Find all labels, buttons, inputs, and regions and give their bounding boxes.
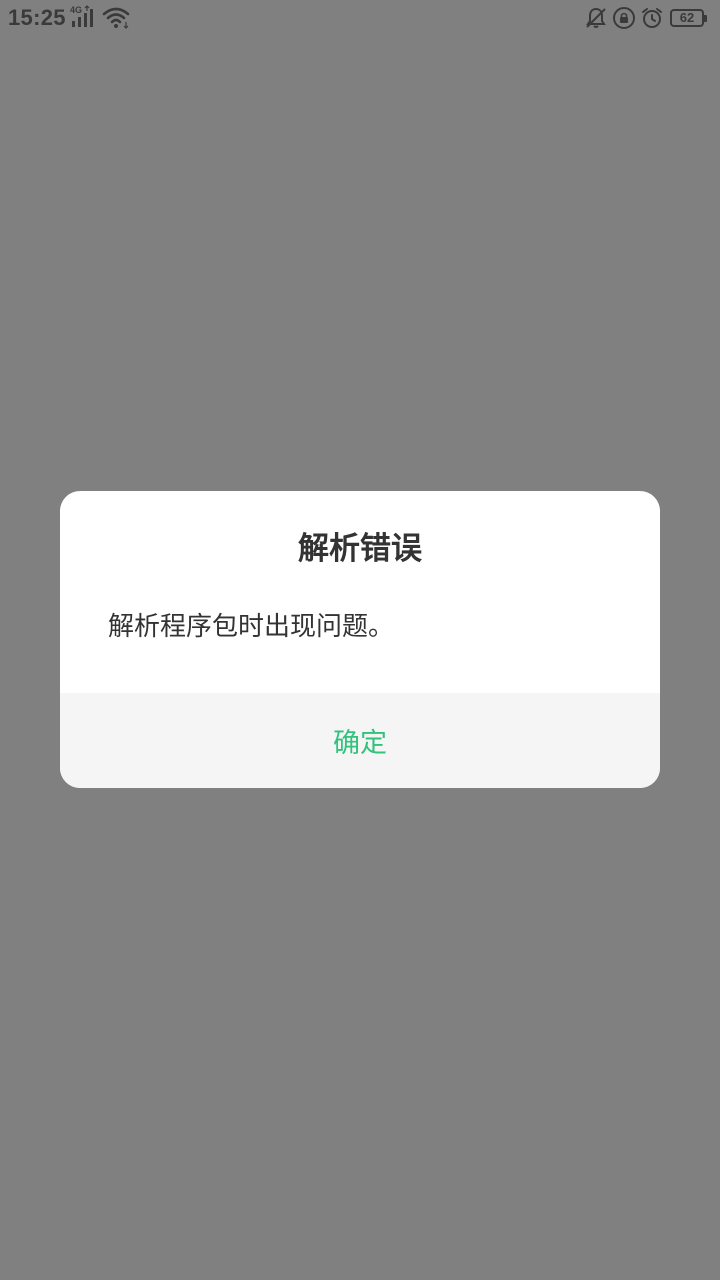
dialog-message: 解析程序包时出现问题。 xyxy=(108,612,395,642)
dialog-title: 解析错误 xyxy=(298,531,422,567)
error-dialog: 解析错误 解析程序包时出现问题。 确定 xyxy=(60,491,660,788)
bell-off-icon xyxy=(586,7,606,28)
alarm-icon xyxy=(642,8,662,28)
status-time: 15:25 xyxy=(8,5,66,30)
lock-rotate-icon xyxy=(613,7,635,29)
confirm-button[interactable]: 确定 xyxy=(60,693,660,788)
cellular-signal: 4G xyxy=(70,5,98,29)
signal-icon xyxy=(72,5,93,27)
dialog-actions: 确定 xyxy=(60,693,660,788)
battery-icon: 62 xyxy=(670,9,707,27)
battery-level: 62 xyxy=(679,10,695,25)
wifi-icon xyxy=(102,7,130,29)
status-bar: 15:25 4G 62 xyxy=(0,0,720,38)
